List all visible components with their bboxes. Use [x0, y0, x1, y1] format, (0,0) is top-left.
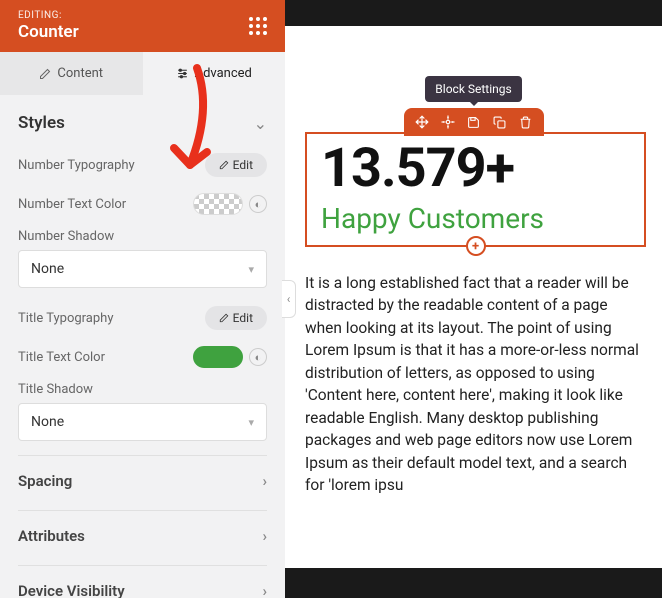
- preview-pane: Block Settings 13.579+ Happy Customers +…: [285, 0, 662, 598]
- number-text-color-label: Number Text Color: [18, 197, 193, 212]
- editor-sidebar: EDITING: Counter Content Advanced Styles…: [0, 0, 285, 598]
- counter-block[interactable]: 13.579+ Happy Customers +: [305, 132, 646, 247]
- number-shadow-field: Number Shadow None ▾: [18, 223, 267, 298]
- title-shadow-value: None: [31, 414, 64, 430]
- title-typography-label: Title Typography: [18, 311, 205, 326]
- tab-content-label: Content: [57, 66, 103, 81]
- editing-label: EDITING:: [18, 10, 79, 21]
- number-shadow-value: None: [31, 261, 64, 277]
- palette-icon[interactable]: ◐: [249, 348, 267, 366]
- number-typography-row: Number Typography Edit: [18, 145, 267, 185]
- chevron-down-icon: ⌄: [254, 114, 267, 133]
- number-color-swatch[interactable]: [193, 193, 243, 215]
- number-typography-label: Number Typography: [18, 158, 205, 173]
- preview-bottom-bar: [285, 568, 662, 598]
- move-icon[interactable]: [414, 114, 430, 130]
- sidebar-header: EDITING: Counter: [0, 0, 285, 52]
- number-text-color-row: Number Text Color ◐: [18, 185, 267, 223]
- chevron-right-icon: ›: [262, 527, 267, 545]
- title-text-color-label: Title Text Color: [18, 350, 193, 365]
- block-settings-tooltip: Block Settings: [425, 76, 521, 102]
- device-visibility-section[interactable]: Device Visibility ›: [18, 565, 267, 598]
- title-shadow-select[interactable]: None ▾: [18, 403, 267, 441]
- chevron-right-icon: ›: [262, 582, 267, 598]
- sliders-icon: [176, 67, 189, 80]
- trash-icon[interactable]: [518, 114, 534, 130]
- chevron-down-icon: ▾: [248, 416, 254, 429]
- edit-button-label: Edit: [233, 311, 253, 325]
- title-text-color-row: Title Text Color ◐: [18, 338, 267, 376]
- device-visibility-label: Device Visibility: [18, 582, 125, 598]
- number-shadow-select[interactable]: None ▾: [18, 250, 267, 288]
- counter-number: 13.579+: [321, 142, 630, 196]
- tab-advanced[interactable]: Advanced: [143, 52, 286, 95]
- pencil-icon: [219, 160, 229, 170]
- pencil-icon: [39, 68, 51, 80]
- chevron-down-icon: ▾: [248, 263, 254, 276]
- tab-content[interactable]: Content: [0, 52, 143, 95]
- styles-header[interactable]: Styles ⌄: [18, 95, 267, 145]
- title-shadow-field: Title Shadow None ▾: [18, 376, 267, 451]
- block-toolbar-wrap: Block Settings: [404, 76, 544, 136]
- body-text: It is a long established fact that a rea…: [305, 272, 646, 497]
- attributes-section[interactable]: Attributes ›: [18, 510, 267, 561]
- gear-icon[interactable]: [440, 114, 456, 130]
- copy-icon[interactable]: [492, 114, 508, 130]
- tab-advanced-label: Advanced: [195, 66, 252, 81]
- spacing-section[interactable]: Spacing ›: [18, 455, 267, 506]
- preview-top-bar: [285, 0, 662, 26]
- save-icon[interactable]: [466, 114, 482, 130]
- grid-icon[interactable]: [249, 17, 267, 35]
- title-color-swatch[interactable]: [193, 346, 243, 368]
- styles-title: Styles: [18, 113, 65, 133]
- chevron-right-icon: ›: [262, 472, 267, 490]
- spacing-label: Spacing: [18, 472, 72, 490]
- edit-number-typography-button[interactable]: Edit: [205, 153, 267, 177]
- number-shadow-label: Number Shadow: [18, 229, 267, 244]
- title-shadow-label: Title Shadow: [18, 382, 267, 397]
- add-block-button[interactable]: +: [466, 236, 486, 256]
- tabs: Content Advanced: [0, 52, 285, 95]
- block-toolbar: [404, 108, 544, 136]
- collapse-sidebar-toggle[interactable]: ‹: [282, 280, 296, 318]
- title-typography-row: Title Typography Edit: [18, 298, 267, 338]
- pencil-icon: [219, 313, 229, 323]
- counter-title: Happy Customers: [321, 202, 630, 235]
- styles-panel: Styles ⌄ Number Typography Edit Number T…: [0, 95, 285, 598]
- palette-icon[interactable]: ◐: [249, 195, 267, 213]
- edit-title-typography-button[interactable]: Edit: [205, 306, 267, 330]
- attributes-label: Attributes: [18, 527, 85, 545]
- editing-title: Counter: [18, 22, 79, 42]
- edit-button-label: Edit: [233, 158, 253, 172]
